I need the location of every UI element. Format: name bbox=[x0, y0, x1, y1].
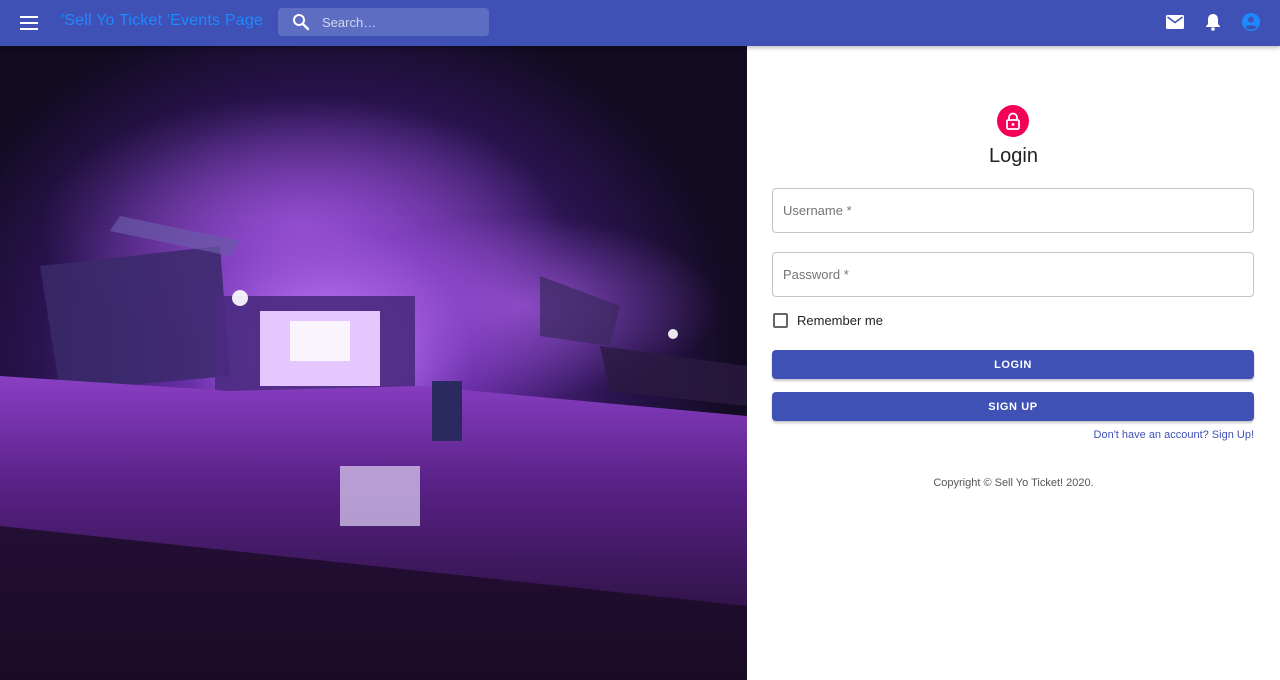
password-input[interactable] bbox=[773, 253, 1253, 296]
brand-title[interactable]: 'Sell Yo Ticket 'Events Page bbox=[61, 12, 263, 30]
checkbox-box[interactable] bbox=[773, 312, 788, 328]
lock-icon bbox=[997, 105, 1029, 137]
login-panel: Login Remember me LOGIN SIGN UP Don't ha… bbox=[747, 46, 1280, 680]
copyright-text: Copyright © Sell Yo Ticket! 2020. bbox=[933, 477, 1094, 489]
mail-icon[interactable] bbox=[1164, 11, 1186, 33]
search-box[interactable] bbox=[278, 8, 489, 36]
signup-link[interactable]: Don't have an account? Sign Up! bbox=[1094, 429, 1254, 441]
search-input[interactable] bbox=[322, 8, 482, 36]
remember-me-label: Remember me bbox=[797, 312, 883, 328]
login-button[interactable]: LOGIN bbox=[772, 350, 1254, 379]
password-field[interactable] bbox=[772, 252, 1254, 297]
bell-icon[interactable] bbox=[1202, 11, 1224, 33]
search-icon bbox=[292, 13, 310, 31]
account-icon[interactable] bbox=[1240, 11, 1262, 33]
menu-icon[interactable] bbox=[14, 8, 44, 38]
page-title: Login bbox=[989, 145, 1038, 167]
username-field[interactable] bbox=[772, 188, 1254, 233]
app-bar: 'Sell Yo Ticket 'Events Page bbox=[0, 0, 1280, 46]
signup-button[interactable]: SIGN UP bbox=[772, 392, 1254, 421]
username-input[interactable] bbox=[773, 189, 1253, 232]
remember-me-checkbox[interactable]: Remember me bbox=[773, 312, 883, 328]
concert-hero-image bbox=[0, 46, 747, 680]
